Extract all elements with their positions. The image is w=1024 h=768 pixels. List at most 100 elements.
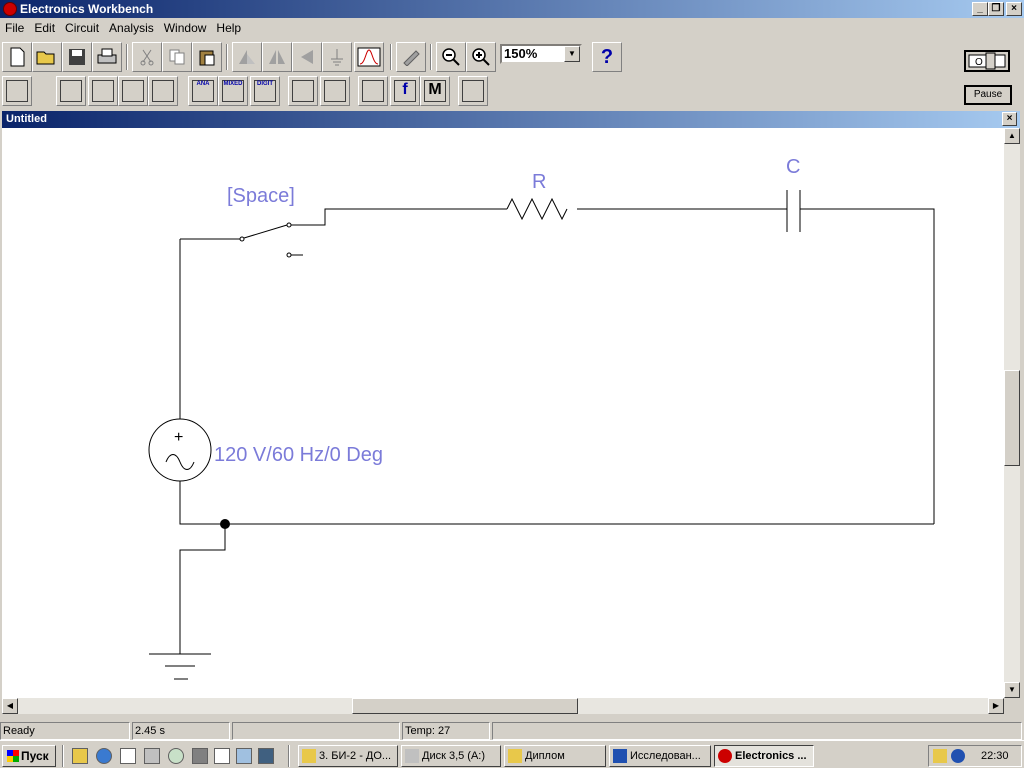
document-close-button[interactable]: ×: [1002, 112, 1017, 126]
switch-terminal-on[interactable]: [286, 222, 292, 228]
plus-icon: +: [174, 429, 183, 446]
analog-ics-bin[interactable]: ANA: [188, 76, 218, 106]
diodes-bin[interactable]: [118, 76, 148, 106]
cut-icon[interactable]: [132, 42, 162, 72]
scroll-down-icon[interactable]: ▼: [1004, 682, 1020, 698]
ground-symbol[interactable]: [149, 653, 211, 680]
flip-horizontal-icon[interactable]: [262, 42, 292, 72]
instruments-bin[interactable]: [458, 76, 488, 106]
vertical-scrollbar[interactable]: ▲ ▼: [1004, 128, 1020, 698]
basic-bin[interactable]: [88, 76, 118, 106]
power-switch[interactable]: O: [964, 50, 1010, 72]
zoom-out-icon[interactable]: [436, 42, 466, 72]
wire-right[interactable]: [800, 208, 935, 524]
mixed-ics-bin[interactable]: MIXED: [218, 76, 248, 106]
rotate-icon[interactable]: [232, 42, 262, 72]
start-button[interactable]: Пуск: [2, 745, 56, 767]
zoom-select[interactable]: 150% ▼: [500, 44, 582, 64]
network-icon[interactable]: [144, 748, 160, 764]
print-icon[interactable]: [92, 42, 122, 72]
scroll-up-icon[interactable]: ▲: [1004, 128, 1020, 144]
menu-analysis[interactable]: Analysis: [104, 18, 159, 38]
scroll-right-icon[interactable]: ▶: [988, 698, 1004, 714]
capacitor-symbol[interactable]: [786, 190, 801, 232]
menu-file[interactable]: File: [0, 18, 29, 38]
scroll-left-icon[interactable]: ◀: [2, 698, 18, 714]
save-icon[interactable]: [62, 42, 92, 72]
wire-bottom[interactable]: [179, 481, 934, 525]
menu-help[interactable]: Help: [211, 18, 246, 38]
task-label: Диск 3,5 (A:): [422, 750, 486, 762]
document-title-bar: Untitled ×: [2, 111, 1020, 128]
help-icon: ?: [600, 45, 614, 68]
copy-icon[interactable]: [162, 42, 192, 72]
zoom-in-icon[interactable]: [466, 42, 496, 72]
close-button[interactable]: ×: [1006, 2, 1022, 16]
sources-bin[interactable]: [56, 76, 86, 106]
app-quicklaunch-icon[interactable]: [192, 748, 208, 764]
help-button[interactable]: ?: [592, 42, 622, 72]
vertical-scroll-thumb[interactable]: [1004, 370, 1020, 466]
pause-button[interactable]: Pause: [964, 85, 1012, 105]
indicators-bin[interactable]: [358, 76, 388, 106]
status-empty-wide: [492, 722, 1022, 740]
document-icon[interactable]: [214, 748, 230, 764]
graph-icon[interactable]: [354, 42, 384, 72]
transistors-bin[interactable]: [148, 76, 178, 106]
new-icon[interactable]: [2, 42, 32, 72]
status-state: Ready: [0, 722, 130, 740]
task-button[interactable]: Исследован...: [609, 745, 711, 767]
controls-bin[interactable]: f: [390, 76, 420, 106]
status-empty: [232, 722, 400, 740]
volume-icon[interactable]: [933, 749, 947, 763]
horizontal-scroll-thumb[interactable]: [352, 698, 578, 714]
menu-window[interactable]: Window: [159, 18, 212, 38]
task-icon: [302, 749, 316, 763]
open-icon[interactable]: [32, 42, 62, 72]
capacitor-label: C: [786, 156, 800, 178]
clock[interactable]: 22:30: [981, 746, 1009, 766]
status-bar: Ready 2.45 s Temp: 27: [0, 720, 1024, 740]
analog-ics-icon: ANA: [192, 80, 214, 102]
favorites-bin[interactable]: [2, 76, 32, 106]
horizontal-scrollbar[interactable]: ◀ ▶: [2, 698, 1004, 714]
chevron-down-icon[interactable]: ▼: [564, 46, 580, 62]
miscellaneous-bin[interactable]: M: [420, 76, 450, 106]
task-button-active[interactable]: Electronics ...: [714, 745, 814, 767]
task-button[interactable]: Диск 3,5 (A:): [401, 745, 501, 767]
quicklaunch-icon[interactable]: [72, 748, 88, 764]
menu-edit[interactable]: Edit: [29, 18, 60, 38]
switch-terminal-off[interactable]: [286, 252, 292, 258]
task-button[interactable]: Диплом: [504, 745, 606, 767]
search-icon[interactable]: [236, 748, 252, 764]
media-icon[interactable]: [168, 748, 184, 764]
logic-gates-bin[interactable]: [288, 76, 318, 106]
task-button[interactable]: 3. БИ-2 - ДО...: [298, 745, 398, 767]
subcircuit-icon[interactable]: [322, 42, 352, 72]
wire-ground[interactable]: [179, 524, 226, 654]
digital-bin[interactable]: [320, 76, 350, 106]
component-properties-icon[interactable]: [396, 42, 426, 72]
switch-common-terminal[interactable]: [239, 236, 245, 242]
switch-blade[interactable]: [243, 224, 288, 239]
switch-label: [Space]: [227, 185, 295, 207]
menu-circuit[interactable]: Circuit: [60, 18, 104, 38]
digital-ics-bin[interactable]: DIGIT: [250, 76, 280, 106]
internet-explorer-icon[interactable]: [96, 748, 112, 764]
show-desktop-icon[interactable]: [120, 748, 136, 764]
task-label: Диплом: [525, 750, 565, 762]
calculator-icon[interactable]: [258, 748, 274, 764]
resistor-symbol[interactable]: [506, 197, 568, 221]
transistors-icon: [152, 80, 174, 102]
source-label: 120 V/60 Hz/0 Deg: [214, 444, 383, 466]
circuit-canvas[interactable]: [Space] R C 120 V/60 Hz/0 Deg +: [2, 128, 1004, 698]
digital-ics-icon: DIGIT: [254, 80, 276, 102]
wire-top-left[interactable]: [291, 208, 507, 226]
tray-app-icon[interactable]: [951, 749, 965, 763]
taskbar-separator: [288, 745, 290, 767]
flip-vertical-icon[interactable]: [292, 42, 322, 72]
junction-node[interactable]: [220, 519, 230, 529]
paste-icon[interactable]: [192, 42, 222, 72]
restore-button[interactable]: ❐: [988, 2, 1004, 16]
minimize-button[interactable]: _: [972, 2, 988, 16]
